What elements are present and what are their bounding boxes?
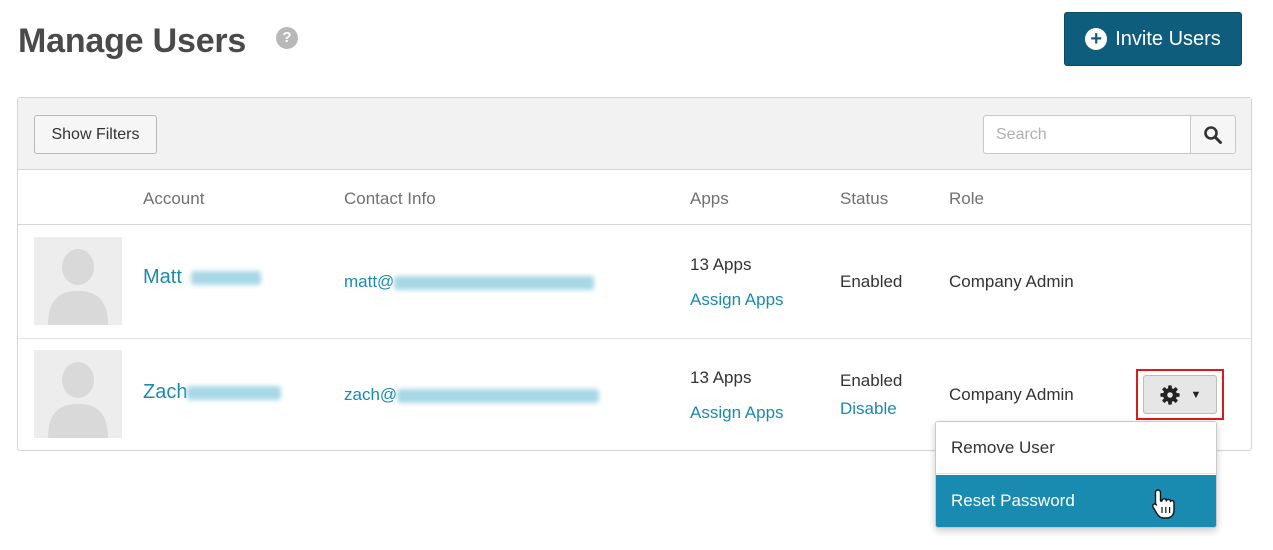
apps-count: 13 Apps [690, 255, 752, 274]
menu-item-remove-user[interactable]: Remove User [936, 422, 1216, 474]
email-link[interactable]: zach@ [344, 385, 600, 405]
column-header-status: Status [840, 189, 889, 208]
column-header-account: Account [143, 189, 205, 208]
panel-toolbar: Show Filters [18, 98, 1251, 170]
email-text: matt@ [344, 272, 395, 291]
redacted-text [394, 275, 595, 290]
user-silhouette-icon [48, 362, 108, 438]
column-header-apps: Apps [690, 189, 729, 208]
user-name-text: Zach [143, 381, 188, 403]
status-text: Enabled [840, 272, 903, 291]
invite-users-button[interactable]: + Invite Users [1064, 12, 1242, 66]
gear-icon [1159, 384, 1180, 405]
plus-circle-icon: + [1085, 28, 1108, 50]
email-text: zach@ [344, 385, 398, 404]
column-header-role: Role [949, 189, 984, 208]
role-text: Company Admin [949, 272, 1074, 291]
header-divider [18, 224, 1251, 225]
column-header-contact-info: Contact Info [344, 189, 436, 208]
assign-apps-link[interactable]: Assign Apps [690, 290, 784, 310]
status-text: Enabled [840, 371, 903, 390]
search-input[interactable] [983, 115, 1191, 154]
redacted-text [187, 385, 282, 400]
page-title: Manage Users [18, 22, 247, 60]
assign-apps-link[interactable]: Assign Apps [690, 403, 784, 423]
search-button[interactable] [1190, 115, 1236, 154]
apps-count: 13 Apps [690, 368, 752, 387]
show-filters-button[interactable]: Show Filters [34, 115, 157, 154]
disable-link[interactable]: Disable [840, 399, 897, 419]
redacted-text [397, 388, 600, 403]
caret-down-icon: ▼ [1190, 388, 1202, 401]
user-name-link[interactable]: Zach [143, 381, 282, 404]
hand-cursor-icon [1151, 489, 1175, 519]
redacted-text [191, 270, 262, 285]
user-name-link[interactable]: Matt [143, 266, 262, 289]
users-panel: Show Filters Account Contact Info Apps S… [17, 97, 1252, 451]
avatar [34, 350, 122, 438]
row-actions-button[interactable]: ▼ [1143, 375, 1217, 414]
invite-users-label: Invite Users [1115, 27, 1221, 50]
role-text: Company Admin [949, 385, 1074, 404]
help-icon[interactable]: ? [276, 27, 298, 49]
user-silhouette-icon [48, 249, 108, 325]
row-divider [18, 338, 1251, 339]
avatar [34, 237, 122, 325]
email-link[interactable]: matt@ [344, 272, 595, 292]
magnifier-icon [1204, 125, 1222, 144]
user-name-text: Matt [143, 266, 182, 288]
